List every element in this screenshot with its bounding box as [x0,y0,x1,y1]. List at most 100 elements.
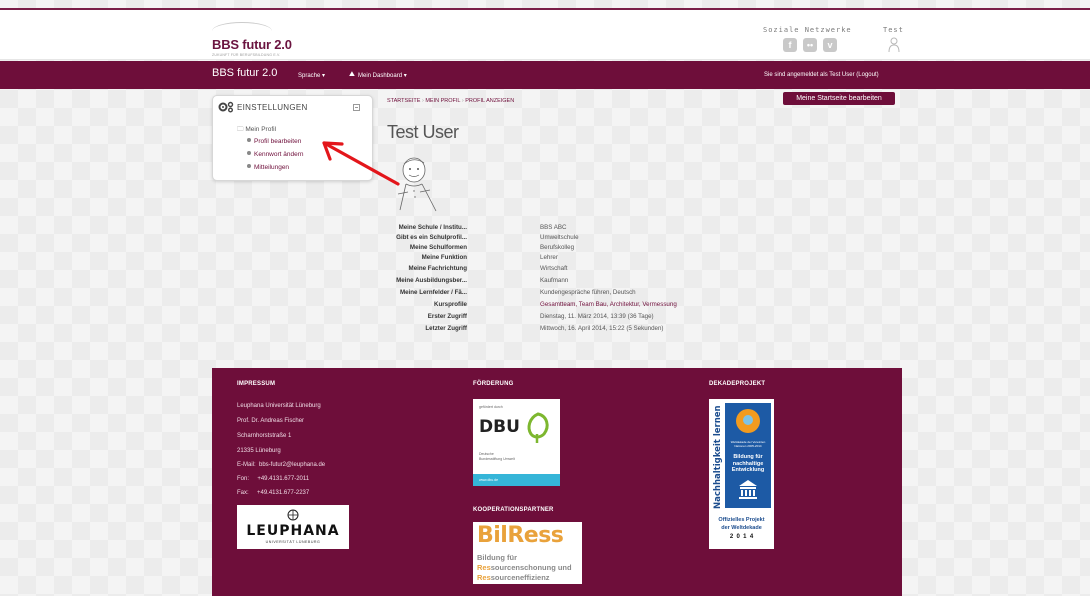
collapse-icon[interactable] [353,104,360,111]
settings-item-change-password[interactable]: Kennwort ändern [247,151,304,158]
profile-value-field: Wirtschaft [540,265,568,272]
profile-value-school-profile: Umweltschule [540,234,579,241]
profile-value-learning-fields: Kundengespräche führen, Deutsch [540,289,636,296]
settings-title: EINSTELLUNGEN [237,103,308,112]
profile-label-school: Meine Schule / Institu... [398,224,467,231]
user-icon[interactable] [888,37,900,53]
navbar-brand[interactable]: BBS futur 2.0 [212,67,277,79]
bilress-line-2: Ressourcenschonung und [477,563,572,572]
impressum-line: Leuphana Universität Lüneburg [237,403,321,409]
settings-item-edit-profile[interactable]: Profil bearbeiten [247,138,301,145]
tree-folder-label: Mein Profil [245,126,277,133]
dbu-sub-2: Bundesstiftung Umwelt [479,457,515,461]
profile-value-first-access: Dienstag, 11. März 2014, 13:39 (36 Tage) [540,313,654,320]
flickr-icon[interactable]: •• [803,38,817,52]
language-menu[interactable]: Sprache ▾ [298,72,325,79]
bilress-line-3: Ressourceneffizienz [477,573,550,582]
bilress-line-3-prefix: Res [477,573,491,582]
impressum-phone: Fon: +49.4131.677-2011 [237,476,310,482]
leuphana-logo-text: LEUPHANA [246,523,340,539]
bilress-line-2-prefix: Res [477,563,491,572]
site-logo-subtitle: ZUKUNFT FÜR BERUFSBILDUNG E.V. [212,53,281,57]
profile-label-last-access: Letzter Zugriff [425,325,467,332]
decade-project-logo[interactable]: Nachhaltigkeit lernen Weltdekade der Ver… [709,399,774,549]
impressum-email[interactable]: E-Mail: bbs-futur2@leuphana.de [237,462,325,468]
vimeo-icon[interactable]: v [823,38,837,52]
bullet-icon [247,151,251,155]
decade-badge-big: Bildung für nachhaltige Entwicklung [731,454,765,473]
decade-vertical-text: Nachhaltigkeit lernen [713,405,723,509]
site-logo[interactable]: BBS futur 2.0 [212,37,292,52]
bilress-line-1: Bildung für [477,553,517,562]
logged-in-status[interactable]: Sie sind angemeldet als Test User (Logou… [764,72,879,78]
profile-value-course-profiles[interactable]: Gesamtteam, Team Bau, Architektur, Verme… [540,301,677,308]
breadcrumb: STARTSEITE › MEIN PROFIL › PROFIL ANZEIG… [387,98,514,104]
funding-heading: FÖRDERUNG [473,381,514,387]
bullet-icon [247,164,251,168]
decade-years: 2 0 1 4 [729,534,754,540]
decade-project-heading: DEKADEPROJEKT [709,381,766,387]
bilress-logo[interactable]: BilRess Bildung für Ressourcenschonung u… [473,522,582,584]
profile-label-school-profile: Gibt es ein Schulprofil... [396,234,467,241]
profile-value-school-forms: Berufskolleg [540,244,575,251]
gears-icon [218,101,234,113]
profile-value-training: Kaufmann [540,277,569,284]
settings-item-label: Mitteilungen [254,164,290,171]
bullet-icon [247,138,251,142]
bilress-line-2-rest: sourcenschonung und [490,563,572,572]
profile-value-last-access: Mittwoch, 16. April 2014, 15:22 (5 Sekun… [540,325,664,332]
dashboard-menu[interactable]: Mein Dashboard ▾ [358,72,407,79]
dbu-url-bar: www.dbu.de [473,474,560,486]
decade-official-1: Offizielles Projekt [718,517,765,523]
breadcrumb-my-profile[interactable]: MEIN PROFIL [425,98,460,104]
page-title: Test User [387,122,459,142]
facebook-icon[interactable]: f [783,38,797,52]
breadcrumb-separator: › [461,98,464,104]
impressum-line: 21335 Lüneburg [237,448,281,454]
profile-label-field: Meine Fachrichtung [408,265,467,272]
impressum-line: Prof. Dr. Andreas Fischer [237,418,305,424]
profile-label-learning-fields: Meine Lernfelder / Fä... [399,289,467,296]
bilress-name: BilRess [477,523,564,548]
decade-figure-icon [736,409,760,433]
impressum-fax: Fax: +49.4131.677-2237 [237,490,310,496]
bilress-line-3-rest: sourceneffizienz [490,573,550,582]
profile-value-function: Lehrer [540,254,558,261]
profile-label-course-profiles: Kursprofile [433,301,467,308]
decade-badge-small: Weltdekade der Vereinten Nationen 2005-2… [730,440,766,448]
tree-folder-my-profile[interactable]: 🗀 Mein Profil [237,125,276,136]
folder-icon: 🗀 [237,126,244,133]
dbu-sub-1: Deutsche [479,452,494,456]
decade-badge: Weltdekade der Vereinten Nationen 2005-2… [725,403,771,508]
breadcrumb-home[interactable]: STARTSEITE [387,98,420,104]
partners-heading: KOOPERATIONSPARTNER [473,507,554,513]
leuphana-logo[interactable]: LEUPHANA UNIVERSITÄT LÜNEBURG [237,505,349,549]
breadcrumb-view-profile[interactable]: PROFIL ANZEIGEN [465,98,514,104]
impressum-heading: IMPRESSUM [237,381,276,387]
dbu-name: DBU [479,417,520,437]
red-arrow-annotation [322,141,400,186]
profile-label-first-access: Erster Zugriff [427,313,467,320]
decade-official-2: der Weltdekade [721,525,762,531]
dbu-logo[interactable]: gefördert durch DBU Deutsche Bundesstift… [473,399,560,486]
dbu-top-text: gefördert durch [479,405,503,409]
dbu-leaf-icon [527,412,549,443]
settings-item-messages[interactable]: Mitteilungen [247,164,289,171]
edit-home-page-button[interactable]: Meine Startseite bearbeiten [783,92,895,105]
main-navbar [0,61,1090,89]
profile-label-training: Meine Ausbildungsber... [396,277,467,284]
header-user-label: Test [883,26,904,34]
site-header [0,10,1090,60]
dashboard-icon: ⛰ [349,71,355,78]
leuphana-emblem-icon [287,509,299,521]
settings-item-label: Kennwort ändern [254,151,304,158]
settings-item-label: Profil bearbeiten [254,138,302,145]
profile-value-school: BBS ABC [540,224,567,231]
impressum-line: Scharnhorststraße 1 [237,433,292,439]
avatar[interactable] [396,154,441,212]
profile-label-function: Meine Funktion [421,254,467,261]
profile-label-school-forms: Meine Schulformen [409,244,467,251]
leuphana-logo-sub: UNIVERSITÄT LÜNEBURG [265,540,321,544]
unesco-temple-icon [739,480,757,499]
social-networks-label: Soziale Netzwerke [763,26,852,34]
